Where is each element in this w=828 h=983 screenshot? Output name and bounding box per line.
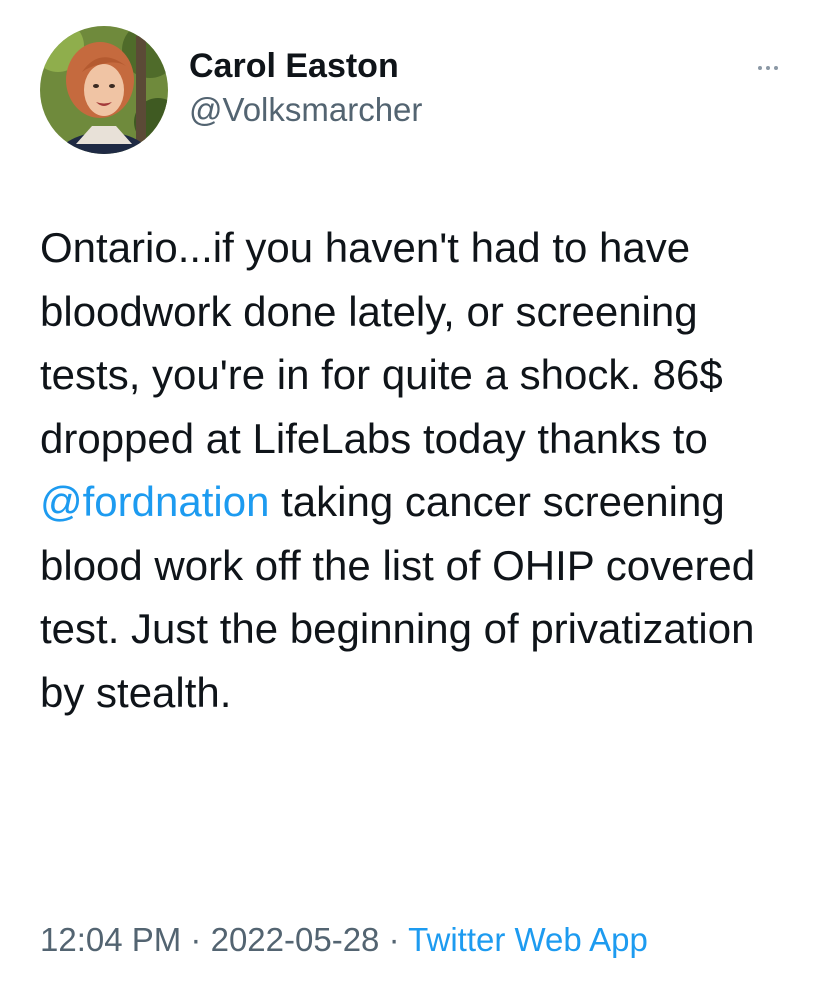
user-info: Carol Easton @Volksmarcher bbox=[189, 44, 422, 132]
tweet-metadata: 12:04 PM · 2022-05-28 · Twitter Web App bbox=[40, 918, 648, 962]
tweet-date[interactable]: 2022-05-28 bbox=[211, 921, 380, 958]
tweet-source-link[interactable]: Twitter Web App bbox=[408, 921, 648, 958]
meta-separator: · bbox=[388, 921, 400, 958]
user-handle[interactable]: @Volksmarcher bbox=[189, 88, 422, 132]
avatar[interactable] bbox=[40, 26, 168, 154]
mention-link[interactable]: @fordnation bbox=[40, 478, 269, 525]
tweet-text-part: Ontario...if you haven't had to have blo… bbox=[40, 224, 723, 462]
tweet-time[interactable]: 12:04 PM bbox=[40, 921, 181, 958]
more-options-icon[interactable] bbox=[748, 58, 788, 78]
meta-separator: · bbox=[190, 921, 202, 958]
display-name[interactable]: Carol Easton bbox=[189, 44, 422, 88]
tweet-text: Ontario...if you haven't had to have blo… bbox=[40, 216, 800, 724]
tweet-card: Carol Easton @Volksmarcher Ontario...if … bbox=[0, 0, 828, 983]
avatar-photo bbox=[40, 26, 168, 154]
